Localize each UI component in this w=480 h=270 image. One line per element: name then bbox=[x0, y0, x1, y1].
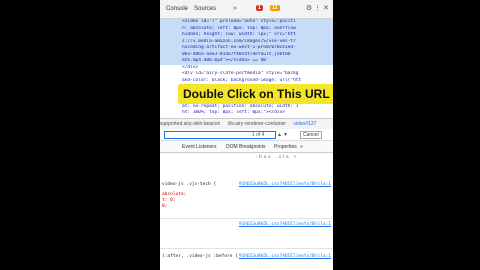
tab-properties[interactable]: Properties bbox=[274, 144, 297, 150]
search-match-count: 1 of 4 bbox=[252, 132, 265, 138]
devtools-tab-bar: Console Sources » 1 12 ⚙⋮✕ bbox=[160, 0, 333, 19]
styles-filter-row: :hov .cls + bbox=[160, 153, 333, 161]
tab-console[interactable]: Console bbox=[166, 6, 188, 12]
tab-sources[interactable]: Sources bbox=[194, 6, 216, 12]
css-property[interactable]: t: 0; bbox=[162, 198, 176, 203]
more-icon[interactable]: ⋮ bbox=[314, 5, 323, 12]
css-selector[interactable]: (:after, .video-js :before { bbox=[162, 254, 238, 259]
cancel-button[interactable]: Cancel bbox=[300, 131, 322, 139]
more-tabs-icon[interactable]: » bbox=[233, 5, 237, 12]
hov-cls-toggle[interactable]: :hov .cls + bbox=[256, 154, 298, 159]
instruction-caption: Double Click on This URL bbox=[178, 84, 333, 104]
video-letterbox-right bbox=[333, 0, 480, 270]
breadcrumb-item[interactable]: div.airy-renderer-container bbox=[228, 121, 286, 127]
divider bbox=[160, 248, 333, 249]
gear-icon[interactable]: ⚙ bbox=[306, 5, 314, 12]
breadcrumb-item[interactable]: supported.airy-skin-beacon bbox=[160, 121, 220, 127]
tab-dom-breakpoints[interactable]: DOM Breakpoints bbox=[226, 144, 265, 150]
more-tabs-icon[interactable]: » bbox=[300, 144, 303, 150]
error-count-badge[interactable]: 1 bbox=[256, 5, 263, 11]
devtools-panel: Console Sources » 1 12 ⚙⋮✕ <video id="7"… bbox=[160, 0, 333, 270]
css-source-link[interactable]: 91hD23u8k5L.css?AUIClients/Brila:1 bbox=[239, 254, 331, 259]
css-source-link[interactable]: 91hD23u8k5L.css?AUIClients/Brila:1 bbox=[239, 182, 331, 187]
css-property[interactable]: absolute; bbox=[162, 192, 186, 197]
tab-event-listeners[interactable]: Event Listeners bbox=[182, 144, 216, 150]
css-source-link[interactable]: 91hD23u8k5L.css?AUIClients/Brila:1 bbox=[239, 222, 331, 227]
css-selector[interactable]: video-js .vjs-tech { bbox=[162, 182, 216, 187]
chevron-down-icon[interactable]: ▾ bbox=[284, 132, 290, 138]
close-icon[interactable]: ✕ bbox=[323, 5, 331, 12]
styles-tab-bar: Event Listeners DOM Breakpoints Properti… bbox=[160, 141, 333, 153]
breadcrumb-item[interactable]: video#137 bbox=[293, 121, 316, 127]
css-property[interactable]: 0; bbox=[162, 204, 167, 209]
find-bar: 1 of 4 ▴▾ Cancel bbox=[160, 129, 333, 141]
video-letterbox-left bbox=[0, 0, 160, 270]
divider bbox=[160, 218, 333, 219]
dom-line[interactable]: ht: 100%; top: 0px; left: 0px;"></div> bbox=[160, 110, 333, 117]
warning-count-badge[interactable]: 12 bbox=[270, 5, 280, 11]
